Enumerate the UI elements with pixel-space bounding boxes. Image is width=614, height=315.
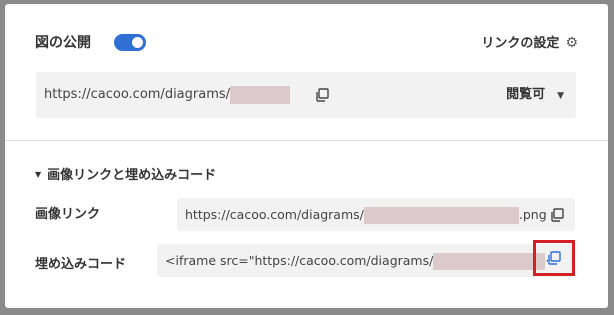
image-link-label: 画像リンク (35, 207, 101, 222)
embed-section-toggle[interactable]: ▼ 画像リンクと埋め込みコード (35, 164, 216, 183)
copy-icon[interactable] (550, 208, 564, 222)
embed-code-redacted (433, 253, 546, 270)
triangle-down-icon: ▼ (35, 170, 42, 179)
copy-icon[interactable] (547, 251, 561, 265)
share-url-field[interactable]: https://cacoo.com/diagrams/ (44, 72, 291, 118)
link-settings-button[interactable]: リンクの設定 ⚙ (481, 32, 578, 54)
publish-title: 図の公開 (35, 35, 91, 51)
image-link-suffix: .png (518, 207, 547, 222)
publish-header: 図の公開 リンクの設定 ⚙ (35, 32, 578, 56)
divider (5, 140, 608, 141)
publish-panel: 図の公開 リンクの設定 ⚙ https://cacoo.com/diagrams/… (5, 4, 608, 308)
publish-toggle[interactable] (114, 34, 146, 51)
image-link-redacted (363, 207, 519, 224)
image-link-text: https://cacoo.com/diagrams/ .png (185, 198, 547, 231)
embed-code-field[interactable]: <iframe src="https://cacoo.com/diagrams/… (157, 244, 575, 277)
copy-icon[interactable] (315, 88, 329, 102)
link-settings-label: リンクの設定 (481, 36, 560, 51)
share-url-text: https://cacoo.com/diagrams/ (44, 87, 231, 102)
embed-code-label: 埋め込みコード (35, 257, 127, 272)
permission-label: 閲覧可 (506, 87, 546, 102)
caret-down-icon: ▼ (557, 91, 564, 101)
embed-code-prefix: <iframe src="https://cacoo.com/diagrams/ (165, 253, 434, 268)
embed-code-text: <iframe src="https://cacoo.com/diagrams/… (165, 244, 549, 277)
gear-icon: ⚙ (565, 35, 578, 51)
toggle-knob (132, 37, 143, 48)
permission-dropdown[interactable]: 閲覧可 ▼ (506, 72, 564, 119)
embed-section-heading: 画像リンクと埋め込みコード (47, 168, 217, 183)
share-url-redacted (230, 85, 291, 104)
image-link-field[interactable]: https://cacoo.com/diagrams/ .png (177, 198, 575, 231)
copy-button-highlight (533, 240, 575, 276)
image-link-prefix: https://cacoo.com/diagrams/ (185, 207, 364, 222)
share-url-box: https://cacoo.com/diagrams/ 閲覧可 ▼ (36, 72, 576, 118)
